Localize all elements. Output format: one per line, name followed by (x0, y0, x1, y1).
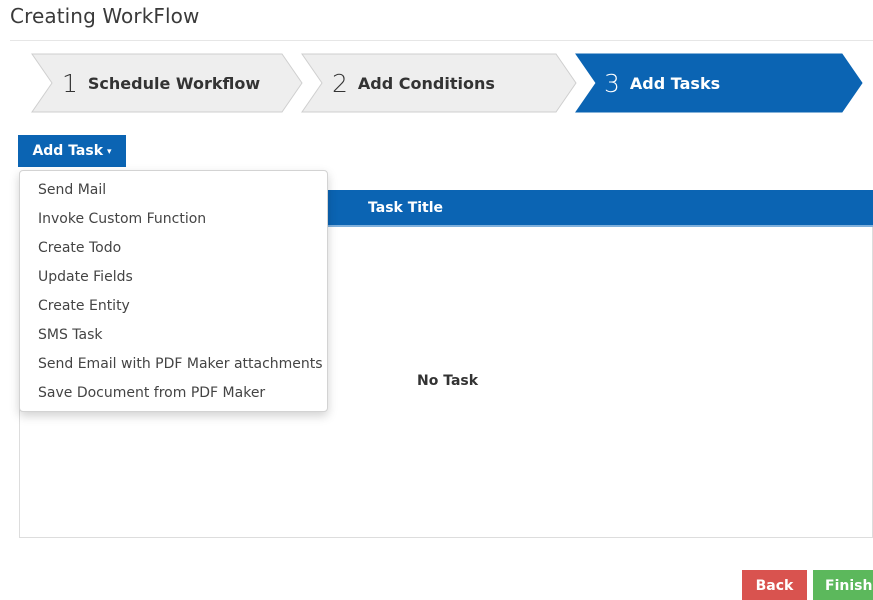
step-label: Add Conditions (357, 73, 495, 93)
step-number: 1 (62, 68, 78, 98)
menu-item-create-entity[interactable]: Create Entity (20, 292, 327, 321)
menu-item-update-fields[interactable]: Update Fields (20, 263, 327, 292)
title-divider (10, 40, 873, 41)
menu-item-create-todo[interactable]: Create Todo (20, 234, 327, 263)
step-number: 3 (604, 68, 620, 98)
menu-item-send-mail[interactable]: Send Mail (20, 176, 327, 205)
page: Creating WorkFlow 1 Schedule Workflow 2 … (0, 0, 873, 600)
add-task-button[interactable]: Add Task ▾ (18, 135, 126, 167)
step-label: Schedule Workflow (87, 73, 261, 93)
step-add-tasks[interactable]: 3 Add Tasks (604, 54, 720, 112)
step-add-conditions[interactable]: 2 Add Conditions (332, 54, 495, 112)
back-button[interactable]: Back (742, 570, 807, 600)
step-number: 2 (332, 68, 348, 98)
add-task-label: Add Task (32, 143, 104, 159)
menu-item-save-document-pdf-maker[interactable]: Save Document from PDF Maker (20, 379, 327, 408)
step-schedule-workflow[interactable]: 1 Schedule Workflow (62, 54, 260, 112)
step-label: Add Tasks (629, 73, 721, 93)
add-task-menu: Send Mail Invoke Custom Function Create … (19, 170, 328, 412)
menu-item-sms-task[interactable]: SMS Task (20, 321, 327, 350)
empty-state-text: No Task (417, 373, 479, 389)
column-header-task-title[interactable]: Task Title (368, 190, 443, 226)
caret-down-icon: ▾ (107, 146, 112, 157)
finish-button[interactable]: Finish (813, 570, 873, 600)
wizard-steps: 1 Schedule Workflow 2 Add Conditions 3 A… (0, 53, 873, 113)
page-title: Creating WorkFlow (10, 4, 200, 28)
menu-item-send-email-pdf-maker[interactable]: Send Email with PDF Maker attachments (20, 350, 327, 379)
menu-item-invoke-custom-function[interactable]: Invoke Custom Function (20, 205, 327, 234)
